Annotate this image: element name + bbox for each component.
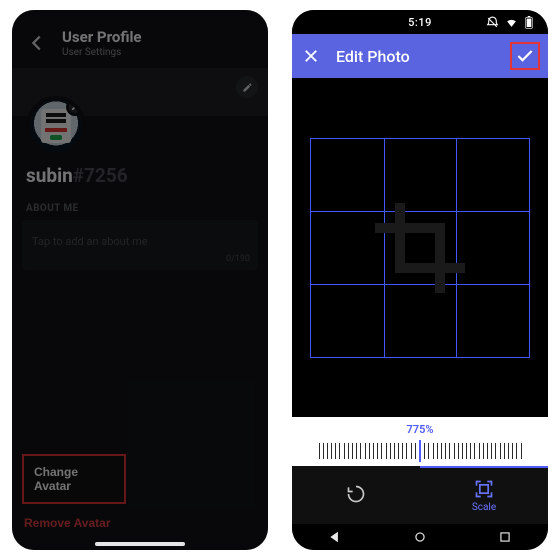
nav-recent-icon[interactable] xyxy=(498,530,512,544)
about-me-label: ABOUT ME xyxy=(12,189,268,220)
crop-grid[interactable] xyxy=(310,138,530,358)
battery-icon xyxy=(524,16,534,29)
nav-back-icon[interactable] xyxy=(328,530,342,544)
back-arrow-icon[interactable] xyxy=(26,32,48,54)
home-indicator xyxy=(95,542,185,546)
wifi-icon xyxy=(505,16,518,29)
edit-avatar-icon[interactable] xyxy=(66,98,84,116)
profile-header: User Profile User Settings xyxy=(12,10,268,68)
rotate-button[interactable] xyxy=(292,466,420,524)
close-icon[interactable] xyxy=(302,47,320,65)
edit-banner-button[interactable] xyxy=(236,76,258,98)
scale-strip: 775% xyxy=(292,417,548,466)
remove-avatar-button[interactable]: Remove Avatar xyxy=(24,514,110,532)
about-me-placeholder: Tap to add an about me xyxy=(32,235,148,248)
page-subtitle: User Settings xyxy=(62,47,142,58)
edit-photo-header: Edit Photo xyxy=(292,34,548,78)
avatar[interactable] xyxy=(26,96,86,156)
page-title: User Profile xyxy=(62,28,142,46)
discriminator: #7256 xyxy=(73,164,128,187)
change-avatar-button[interactable]: Change Avatar xyxy=(24,456,124,502)
status-bar: 5:19 xyxy=(292,10,548,34)
scale-button[interactable]: Scale xyxy=(420,466,548,524)
android-nav-bar xyxy=(292,524,548,550)
username-row: subin#7256 xyxy=(12,156,268,189)
confirm-button[interactable] xyxy=(510,42,540,70)
scale-percent: 775% xyxy=(300,423,540,436)
username: subin xyxy=(26,164,73,187)
status-time: 5:19 xyxy=(382,16,458,29)
edit-toolbar: Scale xyxy=(292,466,548,524)
about-me-input[interactable]: Tap to add an about me 0/190 xyxy=(22,220,258,270)
edit-photo-title: Edit Photo xyxy=(336,47,410,66)
edit-photo-screen: 5:19 Edit Photo 775% xyxy=(292,10,548,550)
nav-home-icon[interactable] xyxy=(413,530,427,544)
scale-slider[interactable] xyxy=(300,438,540,464)
dnd-icon xyxy=(486,16,499,29)
discord-profile-screen: User Profile User Settings subin#7256 xyxy=(12,10,268,550)
crop-placeholder-icon xyxy=(311,139,529,357)
scale-button-label: Scale xyxy=(472,502,496,513)
crop-canvas[interactable] xyxy=(292,78,548,417)
about-me-counter: 0/190 xyxy=(226,254,250,264)
